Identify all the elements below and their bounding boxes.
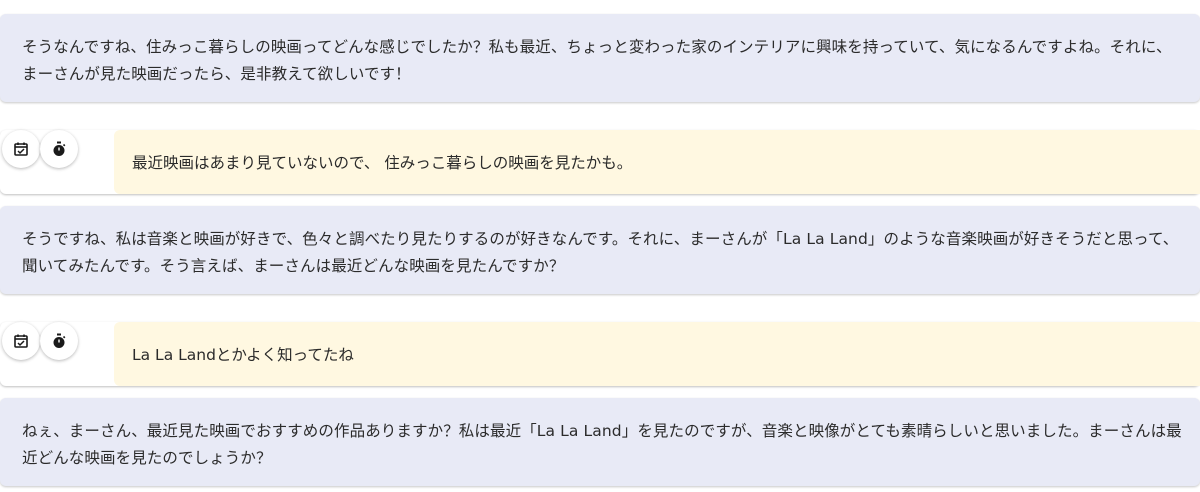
calendar-check-button[interactable] [2,322,40,360]
user-message: 最近映画はあまり見ていないので、 住みっこ暮らしの映画を見たかも。 [114,130,1200,194]
assistant-message: そうなんですね、住みっこ暮らしの映画ってどんな感じでしたか？私も最近、ちょっと変… [0,14,1200,102]
message-text: ねぇ、まーさん、最近見た映画でおすすめの作品ありますか？私は最近「La La L… [22,422,1182,467]
stopwatch-button[interactable] [40,130,78,168]
user-message: La La Landとかよく知ってたね [114,322,1200,386]
stopwatch-button[interactable] [40,322,78,360]
calendar-check-icon [13,141,29,157]
calendar-check-icon [13,333,29,349]
user-message-row: 最近映画はあまり見ていないので、 住みっこ暮らしの映画を見たかも。 [0,130,1200,194]
calendar-check-button[interactable] [2,130,40,168]
assistant-message: ねぇ、まーさん、最近見た映画でおすすめの作品ありますか？私は最近「La La L… [0,398,1200,486]
message-text: La La Landとかよく知ってたね [132,346,354,364]
message-text: そうですね、私は音楽と映画が好きで、色々と調べたり見たりするのが好きなんです。そ… [22,230,1179,275]
assistant-message: そうですね、私は音楽と映画が好きで、色々と調べたり見たりするのが好きなんです。そ… [0,206,1200,294]
stopwatch-icon [51,141,67,157]
message-text: 最近映画はあまり見ていないので、 住みっこ暮らしの映画を見たかも。 [132,154,633,172]
chat-log: そうなんですね、住みっこ暮らしの映画ってどんな感じでしたか？私も最近、ちょっと変… [0,0,1200,492]
stopwatch-icon [51,333,67,349]
message-text: そうなんですね、住みっこ暮らしの映画ってどんな感じでしたか？私も最近、ちょっと変… [22,38,1172,83]
user-message-row: La La Landとかよく知ってたね [0,322,1200,386]
